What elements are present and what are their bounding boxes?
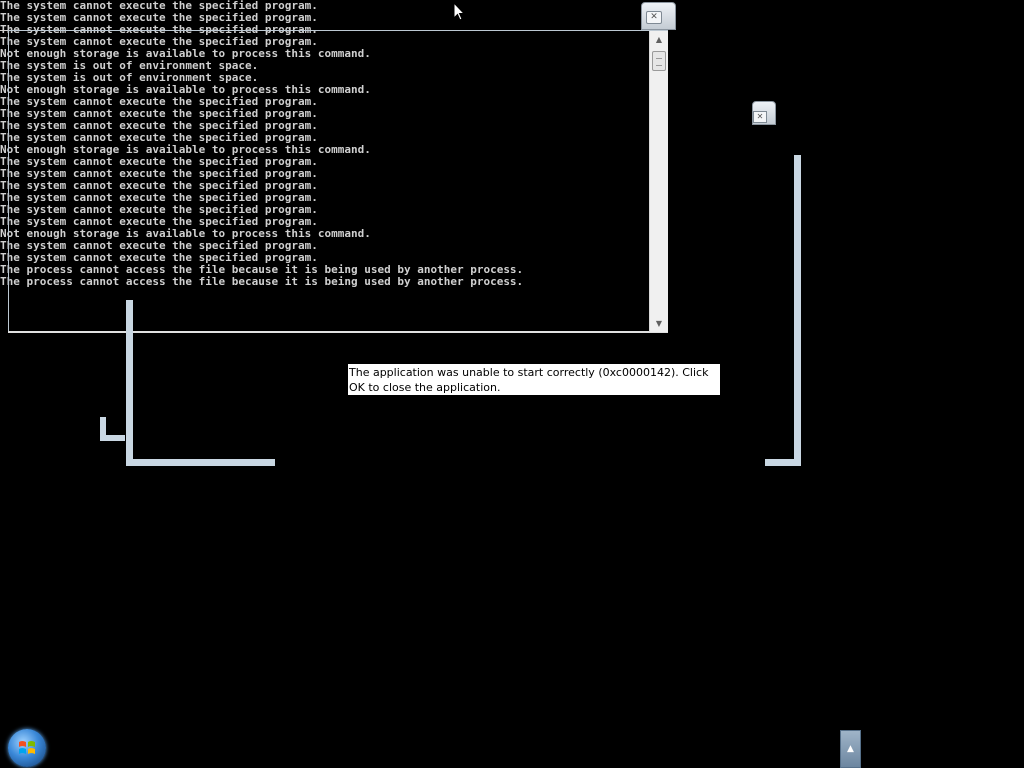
console-window-bottom-edge [8, 331, 668, 333]
windows-logo-icon [19, 741, 35, 754]
mouse-pointer-icon [453, 2, 465, 21]
console-scrollbar[interactable]: ▲ ▼ [649, 31, 668, 332]
console-line: The process cannot access the file becau… [0, 275, 524, 288]
error-message-text: The application was unable to start corr… [348, 364, 720, 395]
close-icon: ✕ [646, 11, 662, 24]
show-hidden-icons-button[interactable]: ▲ [840, 730, 861, 768]
close-icon: ✕ [753, 111, 767, 123]
window-frame-corner [100, 435, 125, 441]
window-frame-left-edge [126, 300, 133, 466]
console-output: The system cannot execute the specified … [0, 0, 524, 288]
window-frame-right-edge [794, 155, 801, 466]
window-close-fragment[interactable]: ✕ [752, 101, 776, 125]
console-window-top-edge [8, 30, 668, 31]
close-button[interactable]: ✕ [641, 2, 676, 30]
start-button[interactable] [8, 729, 46, 767]
scroll-up-arrow-icon[interactable]: ▲ [650, 31, 668, 48]
console-window-left-edge [8, 30, 9, 332]
scroll-down-arrow-icon[interactable]: ▼ [650, 315, 668, 332]
window-frame-bottom-edge [765, 459, 801, 466]
window-frame-bottom-edge [126, 459, 275, 466]
chevron-up-icon: ▲ [847, 744, 854, 754]
scroll-thumb[interactable] [652, 51, 666, 71]
